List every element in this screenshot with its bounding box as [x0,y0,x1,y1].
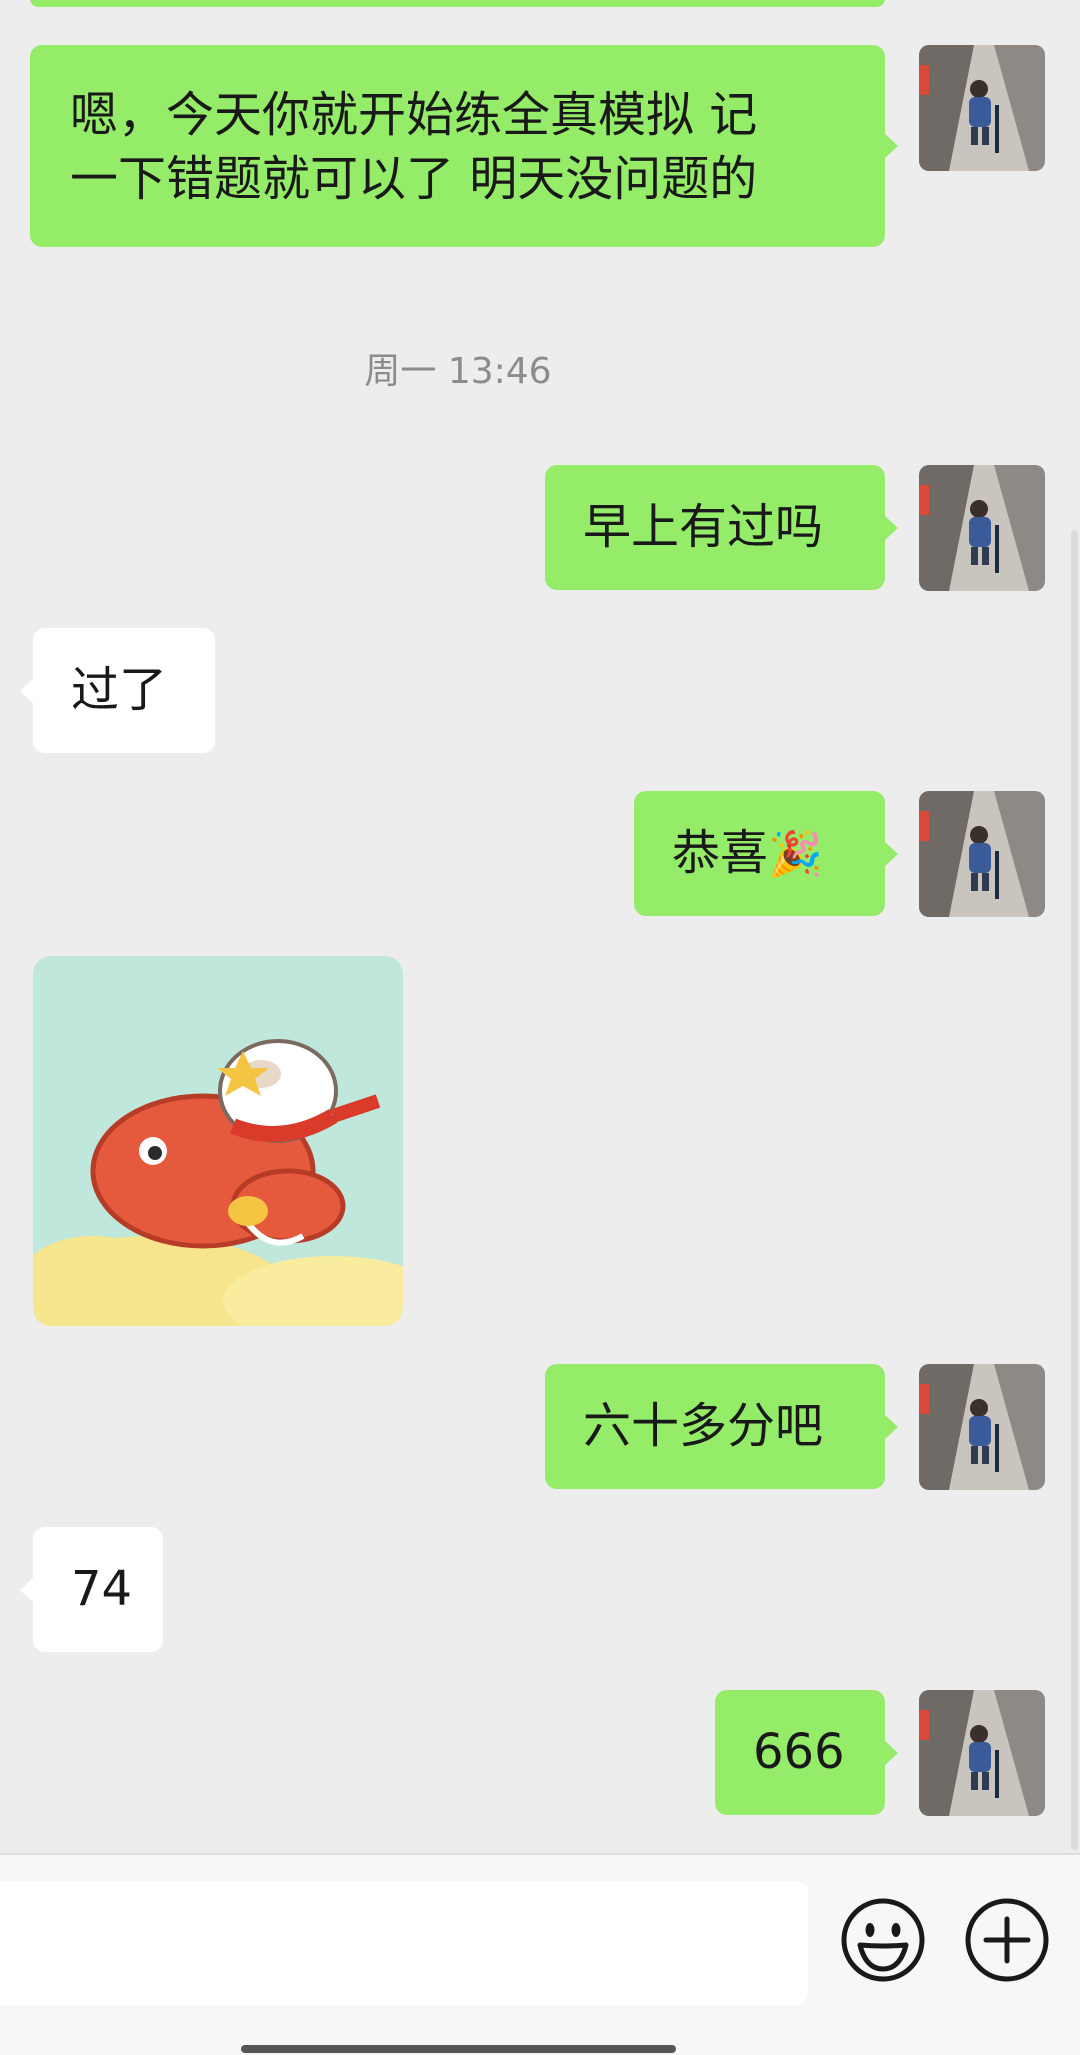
party-popper-emoji-icon: 🎉 [768,829,823,880]
avatar-photo-icon [919,1364,1045,1490]
message-input[interactable] [0,1881,808,2005]
avatar-photo-icon [919,45,1045,171]
message-text: 74 [71,1561,133,1617]
my-avatar[interactable] [919,791,1045,917]
message-text: 早上有过吗 [583,499,824,555]
message-text-line: 一下错题就可以了 明天没问题的 [70,151,758,207]
avatar-photo-icon [919,465,1045,591]
their-message-bubble[interactable]: 74 [20,1527,163,1652]
home-indicator[interactable] [241,2045,676,2053]
message-text: 恭喜 [672,825,769,881]
my-message-bubble[interactable]: 早上有过吗 [545,465,898,590]
sticker-image-icon [33,956,403,1326]
chat-scrollbar[interactable] [1071,530,1078,1850]
message-text: 666 [753,1724,845,1780]
message-text-line: 嗯，今天你就开始练全真模拟 记 [70,87,758,143]
my-avatar[interactable] [919,1690,1045,1816]
plus-circle-icon [965,1898,1049,1982]
my-avatar[interactable] [919,1364,1045,1490]
chat-input-bar [0,1853,1080,2055]
my-avatar[interactable] [919,465,1045,591]
emoji-button[interactable] [840,1897,926,1983]
my-message-bubble[interactable]: 恭喜🎉 [634,791,898,916]
avatar-photo-icon [919,791,1045,917]
cat-riding-koi-sticker[interactable] [33,956,403,1326]
my-message-bubble[interactable]: 六十多分吧 [545,1364,898,1489]
previous-message-bubble-edge [30,0,885,7]
chat-timestamp: 周一 13:46 [364,351,552,392]
avatar-photo-icon [919,1690,1045,1816]
message-text: 六十多分吧 [583,1398,824,1454]
my-message-bubble[interactable]: 嗯，今天你就开始练全真模拟 记 一下错题就可以了 明天没问题的 [30,45,898,247]
more-options-button[interactable] [964,1897,1050,1983]
my-avatar[interactable] [919,45,1045,171]
my-message-bubble[interactable]: 666 [715,1690,898,1815]
message-text: 过了 [71,662,168,718]
smiley-face-icon [841,1898,925,1982]
their-message-bubble[interactable]: 过了 [20,628,215,753]
